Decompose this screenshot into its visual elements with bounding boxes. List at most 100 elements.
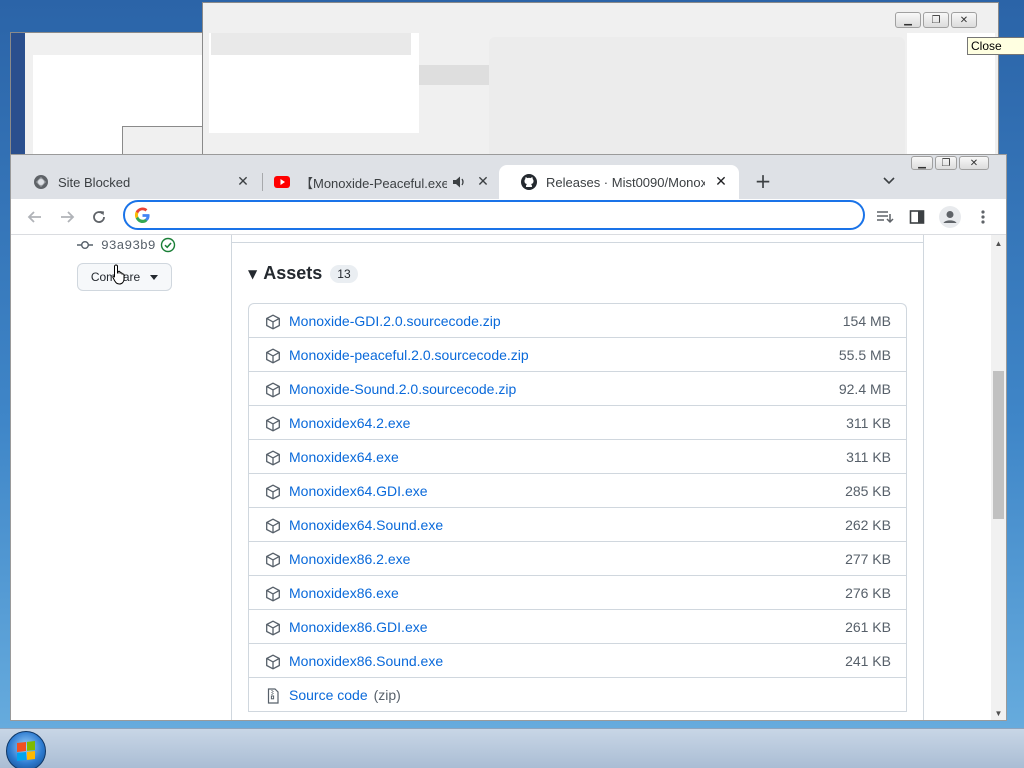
tab-strip: ▁ ❐ ✕ Site Blocked ✕ 【Monoxide-Peaceful.…	[11, 155, 1006, 199]
tab-label: Site Blocked	[58, 174, 131, 190]
assets-title: Assets	[263, 263, 323, 283]
source-code-format: (zip)	[373, 687, 401, 703]
asset-link[interactable]: Monoxidex64.GDI.exe	[289, 483, 428, 499]
reload-button[interactable]	[85, 203, 113, 231]
tab-close-icon[interactable]: ✕	[713, 174, 729, 190]
hand-cursor-icon	[112, 264, 125, 285]
asset-link[interactable]: Monoxidex86.2.exe	[289, 551, 410, 567]
asset-row: Monoxidex86.Sound.exe 241 KB	[249, 644, 906, 678]
background-window-main: ▁ ❐ ✕	[202, 2, 999, 162]
asset-row: Monoxide-peaceful.2.0.sourcecode.zip 55.5…	[249, 338, 906, 372]
asset-link[interactable]: Monoxidex86.GDI.exe	[289, 619, 428, 635]
package-icon	[266, 518, 280, 534]
page-content: 93a93b9 Compare ▼ Assets 13 Monoxide-GDI…	[11, 235, 991, 720]
side-panel-button[interactable]	[903, 203, 931, 231]
back-button[interactable]	[21, 203, 49, 231]
new-tab-button[interactable]: +	[751, 169, 775, 193]
browser-maximize-button[interactable]: ❐	[935, 156, 957, 170]
address-input[interactable]	[159, 205, 849, 225]
asset-size: 311 KB	[846, 415, 891, 431]
package-icon	[266, 416, 280, 432]
asset-link[interactable]: Monoxidex64.2.exe	[289, 415, 410, 431]
disclosure-triangle-icon: ▼	[248, 266, 258, 281]
asset-size: 311 KB	[846, 449, 891, 465]
tab-site-blocked[interactable]: Site Blocked ✕	[11, 165, 261, 199]
browser-toolbar	[11, 199, 1006, 235]
profile-button[interactable]	[936, 203, 964, 231]
verified-check-icon	[160, 237, 175, 253]
asset-row: Monoxide-Sound.2.0.sourcecode.zip 92.4 MB	[249, 372, 906, 406]
assets-count-badge: 13	[330, 264, 358, 283]
package-icon	[266, 586, 280, 602]
commit-link[interactable]: 93a93b9	[77, 237, 176, 253]
browser-window: ▁ ❐ ✕ Site Blocked ✕ 【Monoxide-Peaceful.…	[10, 154, 1007, 721]
assets-list: Monoxide-GDI.2.0.sourcecode.zip 154 MB Mon…	[248, 303, 907, 712]
arrow-left-icon	[27, 211, 41, 223]
package-icon	[266, 484, 280, 500]
tab-youtube[interactable]: 【Monoxide-Peaceful.exe】[自 ✕	[251, 165, 501, 199]
asset-size: 261 KB	[845, 619, 891, 635]
asset-size: 92.4 MB	[838, 381, 891, 397]
asset-link[interactable]: Monoxidex64.exe	[289, 449, 399, 465]
package-icon	[266, 348, 280, 364]
asset-link[interactable]: Monoxidex86.Sound.exe	[289, 653, 443, 669]
start-button[interactable]	[6, 731, 46, 768]
reading-list-button[interactable]	[871, 203, 899, 231]
taskbar	[0, 728, 1024, 768]
minimize-button[interactable]: ▁	[895, 12, 921, 28]
google-icon	[134, 207, 150, 224]
package-icon	[266, 552, 280, 568]
caret-down-icon	[150, 274, 159, 280]
asset-link[interactable]: Monoxide-Sound.2.0.sourcecode.zip	[289, 381, 516, 397]
asset-size: 285 KB	[845, 483, 891, 499]
asset-size: 154 MB	[842, 313, 891, 329]
source-code-row: Source code (zip)	[249, 678, 906, 712]
scroll-up-arrow-icon[interactable]: ▲	[993, 237, 1004, 249]
tab-search-button[interactable]	[877, 169, 901, 193]
asset-row: Monoxidex86.GDI.exe 261 KB	[249, 610, 906, 644]
vertical-scrollbar[interactable]: ▲ ▼	[991, 235, 1006, 720]
asset-row: Monoxidex64.GDI.exe 285 KB	[249, 474, 906, 508]
asset-row: Monoxidex64.exe 311 KB	[249, 440, 906, 474]
blocked-globe-icon	[34, 175, 48, 189]
profile-avatar-icon	[939, 206, 961, 228]
asset-size: 276 KB	[845, 585, 891, 601]
close-tooltip: Close	[967, 37, 1024, 55]
asset-link[interactable]: Monoxidex64.Sound.exe	[289, 517, 443, 533]
divider	[231, 235, 232, 720]
tab-close-icon[interactable]: ✕	[235, 174, 251, 190]
git-commit-icon	[77, 240, 93, 249]
tab-close-icon[interactable]: ✕	[475, 174, 491, 190]
asset-size: 262 KB	[845, 517, 891, 533]
asset-size: 55.5 MB	[838, 347, 891, 363]
asset-row: Monoxide-GDI.2.0.sourcecode.zip 154 MB	[249, 304, 906, 338]
divider	[231, 242, 924, 243]
menu-button[interactable]	[969, 203, 997, 231]
tab-label: 【Monoxide-Peaceful.exe】[自	[300, 175, 447, 191]
asset-row: Monoxidex86.exe 276 KB	[249, 576, 906, 610]
forward-button[interactable]	[53, 203, 81, 231]
speaker-icon[interactable]	[451, 174, 467, 190]
reload-icon	[93, 211, 105, 223]
zip-file-icon	[267, 688, 279, 704]
tab-github-releases[interactable]: Releases · Mist0090/Monoxide-p ✕	[499, 165, 739, 199]
asset-size: 277 KB	[845, 551, 891, 567]
browser-close-button[interactable]: ✕	[959, 156, 989, 170]
asset-size: 241 KB	[845, 653, 891, 669]
asset-link[interactable]: Monoxide-peaceful.2.0.sourcecode.zip	[289, 347, 529, 363]
asset-row: Monoxidex86.2.exe 277 KB	[249, 542, 906, 576]
asset-link[interactable]: Monoxide-GDI.2.0.sourcecode.zip	[289, 313, 501, 329]
source-code-link[interactable]: Source code (zip)	[289, 687, 401, 703]
github-icon	[521, 174, 537, 190]
scroll-down-arrow-icon[interactable]: ▼	[993, 707, 1004, 719]
address-bar[interactable]	[123, 200, 865, 230]
assets-header[interactable]: ▼ Assets 13	[248, 263, 358, 284]
close-button[interactable]: ✕	[951, 12, 977, 28]
browser-minimize-button[interactable]: ▁	[911, 156, 933, 170]
asset-link[interactable]: Monoxidex86.exe	[289, 585, 399, 601]
scrollbar-thumb[interactable]	[993, 371, 1004, 519]
package-icon	[266, 654, 280, 670]
chevron-down-icon	[883, 177, 895, 185]
maximize-button[interactable]: ❐	[923, 12, 949, 28]
three-dots-icon	[981, 210, 985, 224]
